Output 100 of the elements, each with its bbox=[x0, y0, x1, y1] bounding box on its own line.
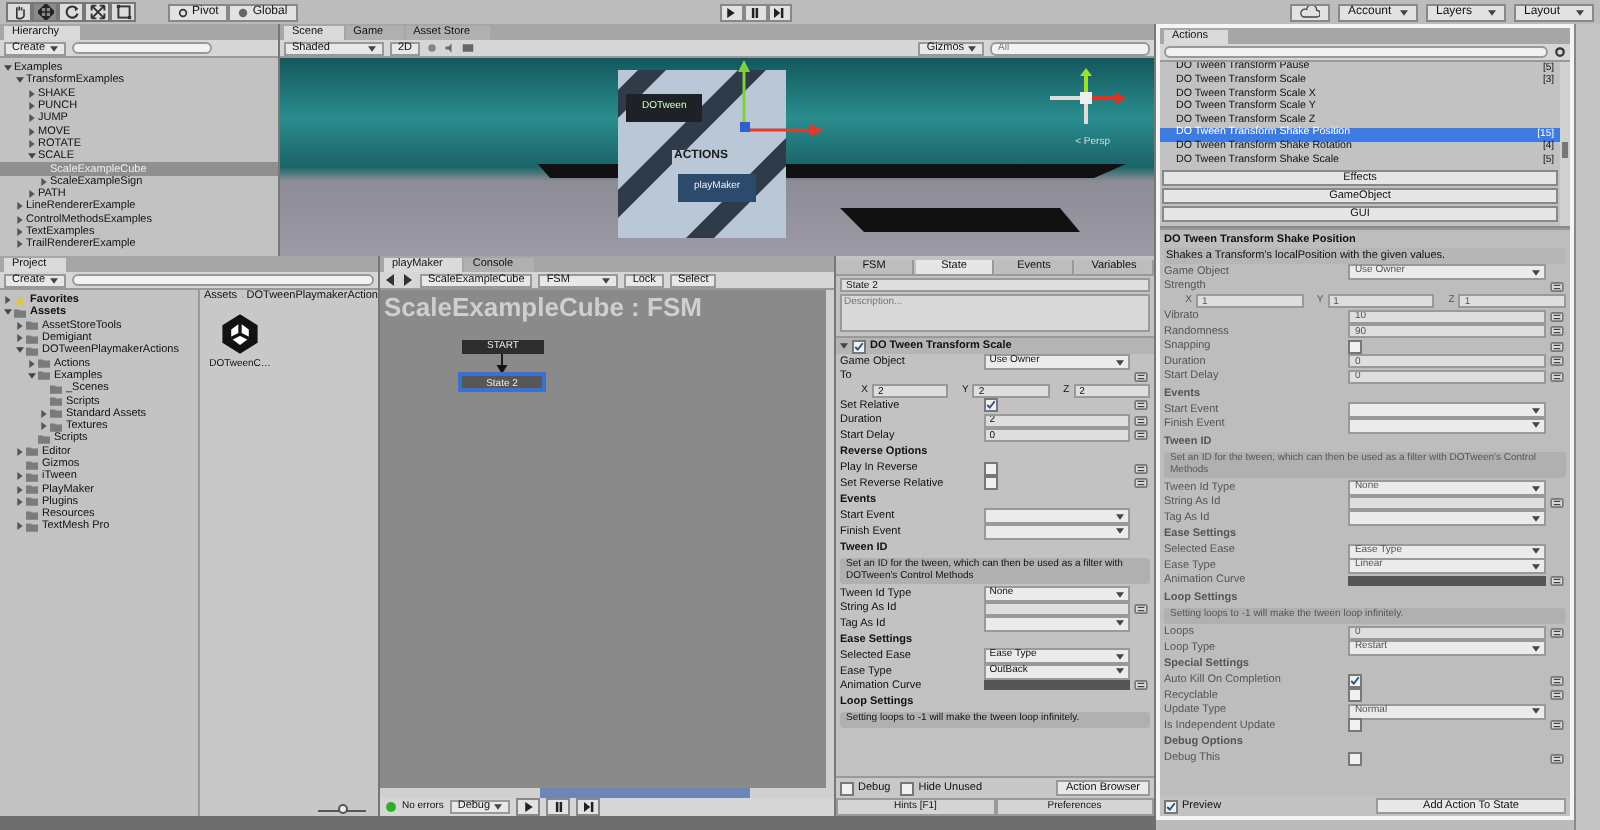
step-icon bbox=[583, 802, 594, 812]
move-tool-button[interactable] bbox=[32, 2, 58, 22]
pause-button[interactable] bbox=[743, 3, 768, 21]
collapsed-arrow-icon[interactable] bbox=[28, 359, 36, 368]
collapsed-arrow-icon[interactable] bbox=[28, 127, 36, 136]
rect-tool-icon bbox=[115, 4, 131, 20]
variable-toggle-icon[interactable] bbox=[1134, 430, 1148, 441]
cloud-button[interactable] bbox=[1290, 3, 1330, 21]
collapsed-arrow-icon[interactable] bbox=[16, 202, 24, 211]
expanded-arrow-icon[interactable] bbox=[840, 342, 848, 351]
collapsed-arrow-icon[interactable] bbox=[16, 485, 24, 494]
expanded-arrow-icon[interactable] bbox=[4, 308, 12, 317]
collapsed-arrow-icon[interactable] bbox=[28, 114, 36, 123]
pause-icon bbox=[553, 802, 564, 812]
vertical-scrollbar[interactable] bbox=[1560, 62, 1570, 226]
pause-button[interactable] bbox=[546, 798, 571, 816]
cloud-icon bbox=[1300, 6, 1320, 18]
collapsed-arrow-icon[interactable] bbox=[16, 447, 24, 456]
hand-tool-button[interactable] bbox=[6, 2, 32, 22]
caret-icon bbox=[1532, 485, 1540, 491]
play-button[interactable] bbox=[516, 798, 541, 816]
collapsed-arrow-icon[interactable] bbox=[16, 215, 24, 224]
caret-icon bbox=[49, 45, 58, 51]
variable-toggle-icon[interactable] bbox=[1134, 603, 1148, 614]
collapsed-arrow-icon[interactable] bbox=[4, 296, 12, 305]
expanded-arrow-icon[interactable] bbox=[4, 64, 12, 73]
collapsed-arrow-icon[interactable] bbox=[40, 177, 48, 186]
checkbox[interactable] bbox=[983, 461, 998, 476]
checkbox[interactable] bbox=[983, 476, 998, 491]
play-icon bbox=[726, 7, 737, 17]
variable-toggle-icon[interactable] bbox=[1134, 415, 1148, 426]
step-button[interactable] bbox=[576, 798, 601, 816]
collapsed-arrow-icon[interactable] bbox=[40, 422, 48, 431]
variable-toggle-icon[interactable] bbox=[1134, 478, 1148, 489]
step-button[interactable] bbox=[767, 3, 792, 21]
rect-tool-button[interactable] bbox=[110, 2, 136, 22]
variable-toggle-icon[interactable] bbox=[1134, 371, 1148, 382]
caret-icon bbox=[1532, 422, 1540, 428]
caret-icon bbox=[1116, 620, 1124, 627]
collapsed-arrow-icon[interactable] bbox=[16, 321, 24, 330]
hand-icon bbox=[11, 4, 27, 20]
vertical-scrollbar[interactable] bbox=[826, 290, 834, 788]
caret-icon bbox=[368, 45, 376, 51]
slider-thumb[interactable] bbox=[338, 804, 348, 814]
expanded-arrow-icon[interactable] bbox=[16, 76, 24, 85]
collapsed-arrow-icon[interactable] bbox=[16, 497, 24, 506]
caret-icon bbox=[1532, 645, 1540, 651]
pivot-icon bbox=[178, 7, 188, 17]
checkbox[interactable] bbox=[1164, 799, 1178, 813]
rotate-tool-button[interactable] bbox=[58, 2, 84, 22]
checkbox[interactable] bbox=[852, 339, 866, 354]
expanded-arrow-icon[interactable] bbox=[28, 152, 36, 161]
caret-icon bbox=[1532, 515, 1540, 521]
caret-icon bbox=[1532, 548, 1540, 554]
variable-toggle-icon[interactable] bbox=[1134, 680, 1148, 691]
back-arrow-icon[interactable] bbox=[384, 274, 396, 286]
move-icon bbox=[37, 4, 53, 20]
collapsed-arrow-icon[interactable] bbox=[28, 89, 36, 98]
image-icon[interactable] bbox=[462, 42, 475, 54]
search-field[interactable] bbox=[1164, 46, 1548, 58]
floor-shadow bbox=[538, 164, 618, 180]
horizontal-scrollbar[interactable] bbox=[380, 788, 834, 798]
pause-icon bbox=[750, 7, 761, 17]
expanded-arrow-icon[interactable] bbox=[28, 371, 36, 380]
caret-icon bbox=[494, 804, 503, 810]
step-icon bbox=[774, 7, 785, 17]
caret-icon bbox=[1400, 9, 1408, 15]
caret-icon bbox=[1488, 9, 1496, 15]
caret-icon bbox=[1532, 708, 1540, 714]
collapsed-arrow-icon[interactable] bbox=[16, 228, 24, 236]
play-icon bbox=[523, 802, 534, 812]
collapsed-arrow-icon[interactable] bbox=[28, 139, 36, 148]
curve-field[interactable] bbox=[983, 680, 1130, 691]
collapsed-arrow-icon[interactable] bbox=[16, 472, 24, 481]
checkbox[interactable] bbox=[983, 398, 998, 413]
variable-toggle-icon[interactable] bbox=[1134, 400, 1148, 411]
scale-tool-button[interactable] bbox=[84, 2, 110, 22]
collapsed-arrow-icon[interactable] bbox=[28, 190, 36, 199]
collapsed-arrow-icon[interactable] bbox=[28, 102, 36, 111]
collapsed-arrow-icon[interactable] bbox=[40, 409, 48, 418]
expanded-arrow-icon[interactable] bbox=[16, 346, 24, 355]
star-icon bbox=[14, 295, 26, 306]
play-button[interactable] bbox=[719, 3, 744, 21]
checkbox[interactable] bbox=[840, 781, 854, 795]
collapsed-arrow-icon[interactable] bbox=[16, 240, 24, 249]
collapsed-arrow-icon[interactable] bbox=[16, 334, 24, 343]
caret-icon bbox=[1532, 407, 1540, 413]
collapsed-arrow-icon[interactable] bbox=[16, 522, 24, 531]
caret-icon bbox=[1532, 269, 1540, 275]
checkbox[interactable] bbox=[900, 781, 915, 795]
zoom-slider[interactable] bbox=[318, 804, 366, 812]
search-field[interactable] bbox=[71, 42, 212, 54]
caret-icon bbox=[602, 277, 611, 283]
variable-toggle-icon[interactable] bbox=[1134, 463, 1148, 474]
caret-icon bbox=[49, 277, 58, 283]
search-field[interactable] bbox=[71, 274, 374, 286]
move-gizmo-drawing[interactable] bbox=[736, 58, 824, 138]
orientation-gizmo-icon[interactable] bbox=[1046, 68, 1126, 128]
settings-icon[interactable] bbox=[1554, 46, 1566, 58]
forward-arrow-icon[interactable] bbox=[402, 274, 414, 286]
